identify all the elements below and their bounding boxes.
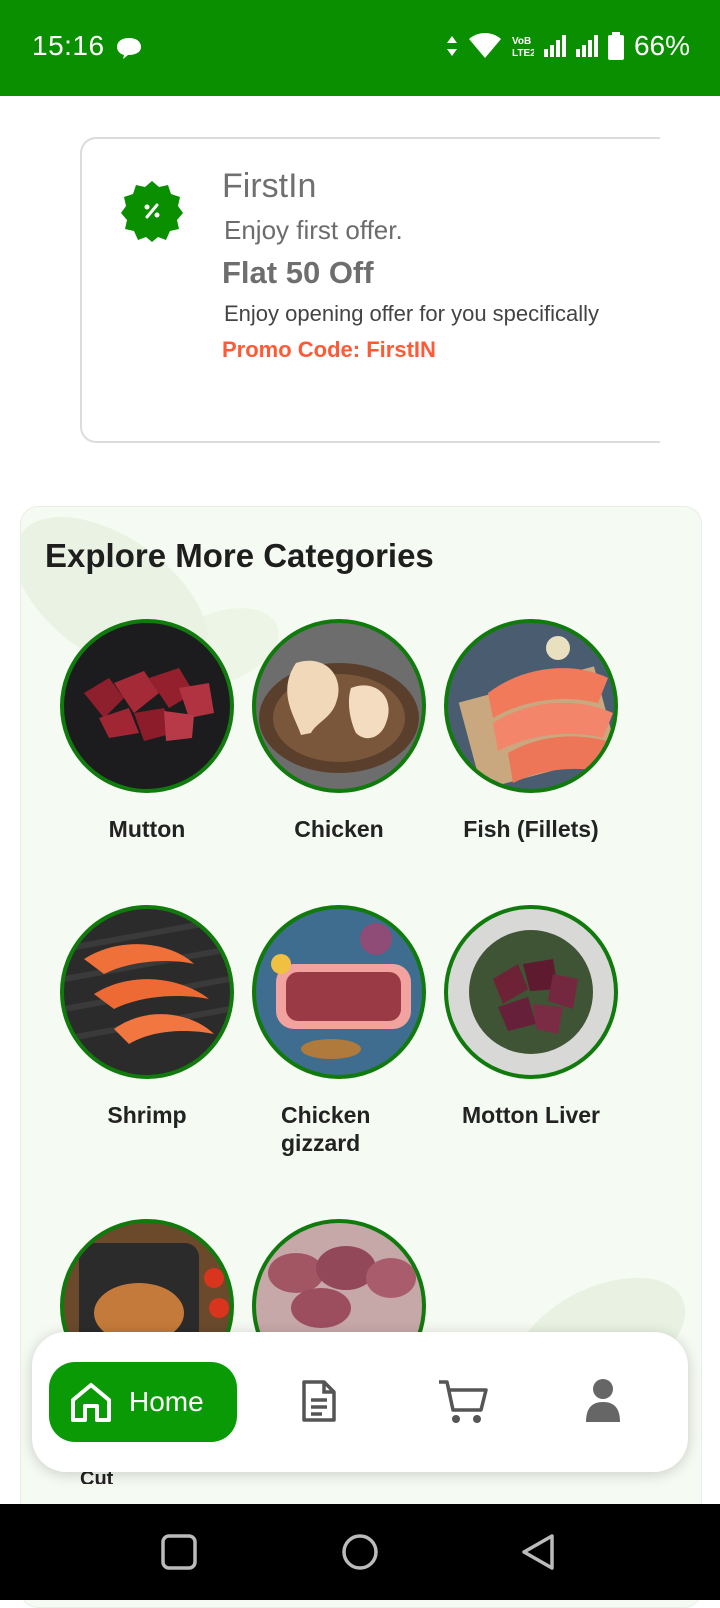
category-chicken-gizzard[interactable]: Chicken gizzard [241,905,437,1157]
category-fish-fillets[interactable]: Fish (Fillets) [433,619,629,843]
discount-badge-icon [121,181,183,242]
status-icons: VoB LTE2 66% [446,30,690,62]
offer-headline: Flat 50 Off [222,255,374,290]
promo-code: Promo Code: FirstIN [222,337,436,362]
shrimp-image [60,905,234,1079]
status-time: 15:16 [32,30,105,61]
profile-icon[interactable] [584,1378,622,1422]
mutton-illustration [84,668,214,741]
orders-icon[interactable] [300,1378,338,1424]
gizzard-image [252,905,426,1079]
recents-icon[interactable] [161,1534,197,1570]
battery-percentage: 66% [633,30,690,61]
category-label: Chicken gizzard [281,1102,371,1156]
offer-clip [660,130,720,460]
category-label: Fish (Fillets) [463,816,599,842]
cart-icon[interactable] [437,1378,489,1426]
category-label: Shrimp [107,1102,187,1128]
offer-description: Enjoy opening offer for you specifically [224,301,600,326]
category-label: Mutton [108,816,186,842]
nav-home-label: Home [129,1386,204,1417]
mutton-image [60,619,234,793]
liver-image [444,905,618,1079]
categories-title: Explore More Categories [45,537,434,574]
offer-card[interactable]: FirstIn Enjoy first offer. Flat 50 Off E… [80,137,680,443]
signal-icon [543,35,566,57]
category-chicken[interactable]: Chicken [241,619,437,843]
nav-home-button[interactable]: Home [49,1362,237,1442]
fish-illustration [458,636,614,789]
volte-icon: VoB LTE2 [512,36,534,58]
offer-title: FirstIn [222,167,317,205]
gizzard-illustration [271,923,411,1059]
category-shrimp[interactable]: Shrimp [49,905,245,1129]
back-icon[interactable] [520,1532,556,1572]
shrimp-illustration [64,916,230,1044]
bottom-navigation: Home [32,1332,688,1472]
offer-subtitle: Enjoy first offer. [224,215,403,245]
category-label: Motton Liver [462,1102,600,1128]
svg-text:LTE2: LTE2 [512,48,534,58]
system-navigation-bar [0,1504,720,1600]
status-bar: 15:16 VoB LTE2 66% [0,0,720,96]
signal-icon-2 [575,35,598,57]
category-mutton-liver[interactable]: Motton Liver [433,905,629,1129]
data-arrows-icon [446,36,457,56]
svg-text:VoB: VoB [512,36,531,47]
fish-image [444,619,618,793]
chicken-illustration [259,660,419,773]
chat-bubble-icon [117,38,141,59]
wifi-icon [468,33,501,58]
home-system-icon[interactable] [341,1533,379,1571]
category-mutton[interactable]: Mutton [49,619,245,843]
liver-illustration [469,930,593,1054]
home-icon [71,1383,111,1422]
category-label: Chicken [294,816,384,842]
battery-icon [607,32,624,60]
chicken-image [252,619,426,793]
